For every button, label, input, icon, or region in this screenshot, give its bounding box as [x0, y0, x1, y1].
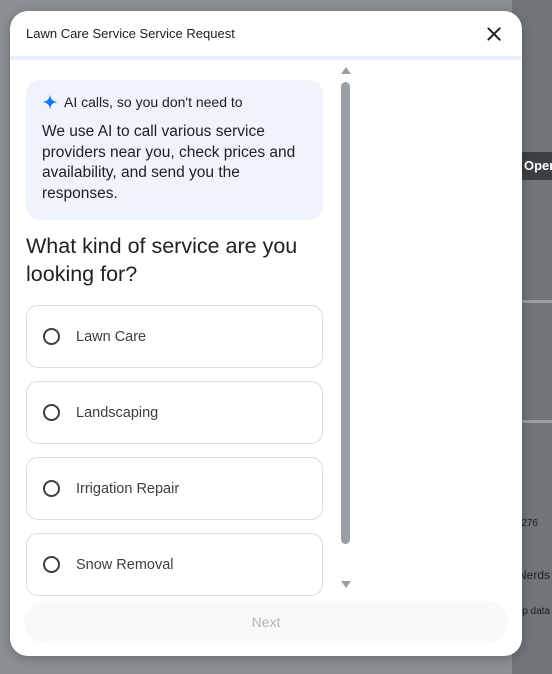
radio-icon[interactable] — [43, 480, 60, 497]
option-label: Snow Removal — [76, 556, 174, 573]
dialog-title: Lawn Care Service Service Request — [26, 26, 235, 41]
option-label: Irrigation Repair — [76, 480, 180, 497]
info-heading-row: AI calls, so you don't need to — [42, 94, 307, 110]
radio-icon[interactable] — [43, 328, 60, 345]
option-snow-removal[interactable]: Snow Removal — [26, 533, 323, 596]
scroll-down-arrow-icon[interactable] — [341, 581, 351, 588]
option-irrigation-repair[interactable]: Irrigation Repair — [26, 457, 323, 520]
option-label: Landscaping — [76, 404, 159, 421]
map-route-label: 276 — [521, 518, 538, 529]
dialog-scroll-area[interactable]: AI calls, so you don't need to We use AI… — [10, 64, 356, 599]
service-request-dialog: Lawn Care Service Service Request AI cal… — [10, 11, 522, 656]
map-place-label: Nerds — [517, 568, 550, 582]
scroll-up-arrow-icon[interactable] — [341, 67, 351, 74]
open-status-chip: Oper — [520, 152, 552, 180]
next-button[interactable]: Next — [24, 601, 508, 643]
ai-info-card: AI calls, so you don't need to We use AI… — [26, 80, 323, 220]
option-landscaping[interactable]: Landscaping — [26, 381, 323, 444]
dialog-header: Lawn Care Service Service Request — [10, 11, 522, 60]
radio-icon[interactable] — [43, 404, 60, 421]
option-lawn-care[interactable]: Lawn Care — [26, 305, 323, 368]
sparkle-icon — [42, 94, 58, 110]
info-heading: AI calls, so you don't need to — [64, 94, 243, 110]
info-body: We use AI to call various service provid… — [42, 123, 296, 202]
question-heading: What kind of service are you looking for… — [26, 234, 298, 286]
close-icon[interactable] — [482, 22, 506, 46]
option-label: Lawn Care — [76, 328, 147, 345]
scrollbar-thumb[interactable] — [341, 82, 350, 544]
scrollbar[interactable] — [340, 66, 352, 588]
map-data-label: p data — [522, 606, 550, 617]
radio-icon[interactable] — [43, 556, 60, 573]
